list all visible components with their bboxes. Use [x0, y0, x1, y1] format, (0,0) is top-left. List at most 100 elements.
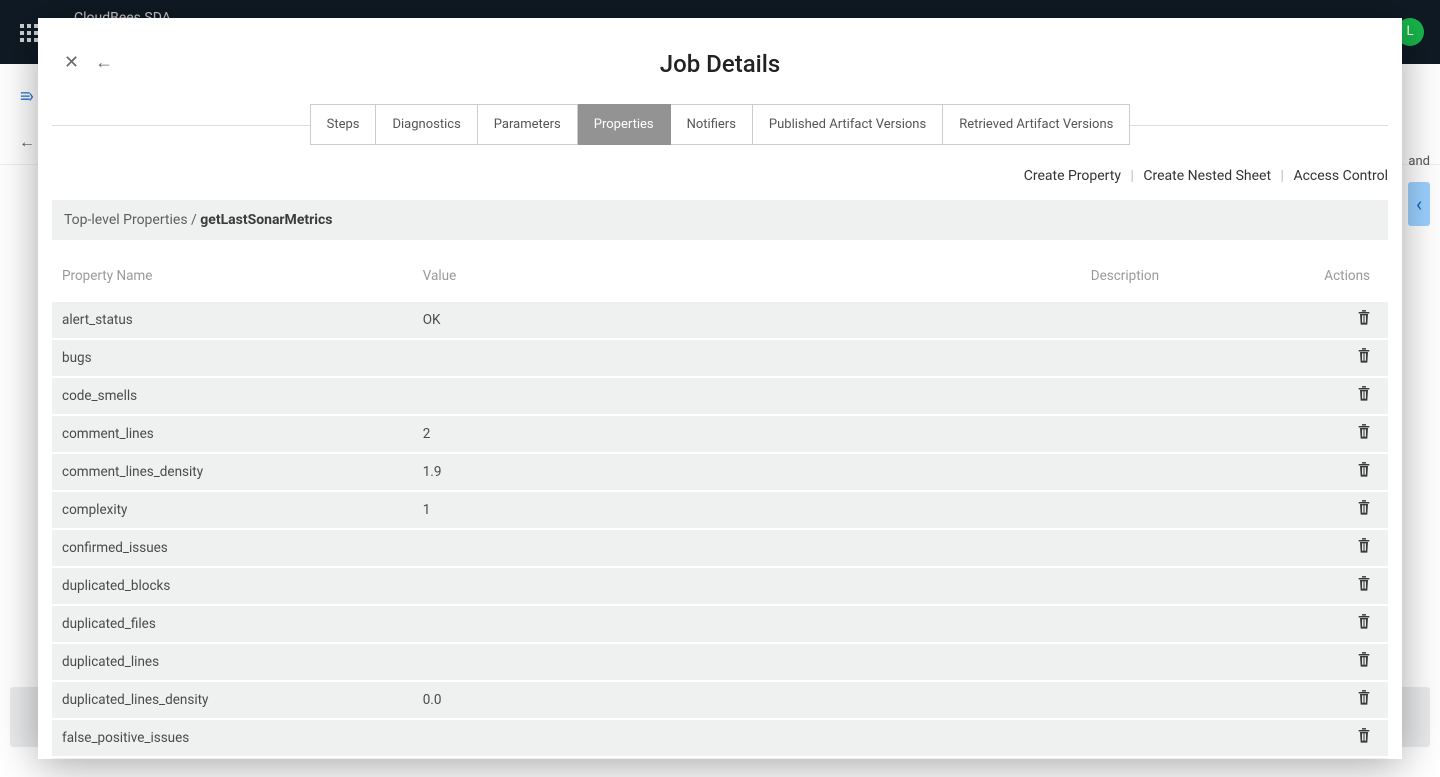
- property-value-cell: [413, 567, 1081, 605]
- property-description-cell: [1081, 719, 1241, 757]
- job-details-modal: ✕ ← Job Details StepsDiagnosticsParamete…: [38, 18, 1402, 759]
- property-name-cell[interactable]: file_complexity: [52, 757, 413, 759]
- property-name-cell[interactable]: alert_status: [52, 302, 413, 339]
- table-row: duplicated_lines_density0.0: [52, 681, 1388, 719]
- trash-icon[interactable]: [1356, 538, 1370, 554]
- trash-icon[interactable]: [1356, 462, 1370, 478]
- tab-steps[interactable]: Steps: [310, 104, 377, 145]
- property-description-cell: [1081, 757, 1241, 759]
- property-description-cell: [1081, 681, 1241, 719]
- trash-icon[interactable]: [1356, 424, 1370, 440]
- property-name-cell[interactable]: bugs: [52, 339, 413, 377]
- table-row: false_positive_issues: [52, 719, 1388, 757]
- property-actions-cell: [1241, 719, 1388, 757]
- bg-collapse-pill[interactable]: ‹: [1408, 182, 1430, 226]
- property-value-cell: [413, 377, 1081, 415]
- property-actions-cell: [1241, 415, 1388, 453]
- trash-icon[interactable]: [1356, 728, 1370, 744]
- properties-table: Property Name Value Description Actions …: [52, 254, 1388, 759]
- trash-icon[interactable]: [1356, 348, 1370, 364]
- breadcrumb-prefix[interactable]: Top-level Properties /: [64, 212, 200, 228]
- property-name-cell[interactable]: duplicated_files: [52, 605, 413, 643]
- property-value-cell: [413, 643, 1081, 681]
- tab-published-artifacts[interactable]: Published Artifact Versions: [753, 104, 943, 145]
- property-actions-cell: [1241, 491, 1388, 529]
- property-value-cell: 1.0: [413, 757, 1081, 759]
- table-row: bugs: [52, 339, 1388, 377]
- property-description-cell: [1081, 491, 1241, 529]
- create-property-link[interactable]: Create Property: [1024, 168, 1121, 184]
- tab-diagnostics[interactable]: Diagnostics: [376, 104, 477, 145]
- property-description-cell: [1081, 453, 1241, 491]
- property-value-cell: 0.0: [413, 681, 1081, 719]
- property-value-cell: 2: [413, 415, 1081, 453]
- create-nested-sheet-link[interactable]: Create Nested Sheet: [1143, 168, 1271, 184]
- col-header-value: Value: [413, 254, 1081, 302]
- property-description-cell: [1081, 339, 1241, 377]
- property-actions-cell: [1241, 757, 1388, 759]
- property-value-cell: 1: [413, 491, 1081, 529]
- property-name-cell[interactable]: confirmed_issues: [52, 529, 413, 567]
- property-actions-cell: [1241, 567, 1388, 605]
- property-name-cell[interactable]: duplicated_lines: [52, 643, 413, 681]
- apps-grid-icon[interactable]: [20, 24, 38, 42]
- property-value-cell: [413, 529, 1081, 567]
- property-name-cell[interactable]: duplicated_lines_density: [52, 681, 413, 719]
- property-actions-cell: [1241, 453, 1388, 491]
- property-description-cell: [1081, 377, 1241, 415]
- tab-retrieved-artifacts[interactable]: Retrieved Artifact Versions: [943, 104, 1130, 145]
- breadcrumb-current: getLastSonarMetrics: [200, 212, 332, 228]
- trash-icon[interactable]: [1356, 690, 1370, 706]
- property-actions-cell: [1241, 339, 1388, 377]
- table-row: alert_statusOK: [52, 302, 1388, 339]
- property-description-cell: [1081, 302, 1241, 339]
- drawer-toggle-icon[interactable]: ≡›: [20, 86, 32, 107]
- property-actions-row: Create Property | Create Nested Sheet | …: [38, 146, 1402, 194]
- access-control-link[interactable]: Access Control: [1293, 168, 1388, 184]
- table-row: comment_lines2: [52, 415, 1388, 453]
- col-header-description: Description: [1081, 254, 1241, 302]
- property-value-cell: OK: [413, 302, 1081, 339]
- modal-title: Job Details: [38, 50, 1402, 78]
- col-header-actions: Actions: [1241, 254, 1388, 302]
- tab-parameters[interactable]: Parameters: [478, 104, 578, 145]
- table-row: duplicated_files: [52, 605, 1388, 643]
- property-actions-cell: [1241, 681, 1388, 719]
- property-value-cell: 1.9: [413, 453, 1081, 491]
- trash-icon[interactable]: [1356, 576, 1370, 592]
- trash-icon[interactable]: [1356, 652, 1370, 668]
- property-name-cell[interactable]: comment_lines: [52, 415, 413, 453]
- trash-icon[interactable]: [1356, 310, 1370, 326]
- table-row: confirmed_issues: [52, 529, 1388, 567]
- property-description-cell: [1081, 415, 1241, 453]
- property-actions-cell: [1241, 377, 1388, 415]
- property-description-cell: [1081, 605, 1241, 643]
- property-actions-cell: [1241, 605, 1388, 643]
- table-row: duplicated_lines: [52, 643, 1388, 681]
- trash-icon[interactable]: [1356, 614, 1370, 630]
- property-value-cell: [413, 339, 1081, 377]
- trash-icon[interactable]: [1356, 386, 1370, 402]
- property-name-cell[interactable]: complexity: [52, 491, 413, 529]
- page-back-arrow-icon[interactable]: ←: [19, 132, 35, 152]
- back-arrow-icon[interactable]: ←: [95, 52, 113, 73]
- property-description-cell: [1081, 567, 1241, 605]
- table-row: comment_lines_density1.9: [52, 453, 1388, 491]
- property-actions-cell: [1241, 302, 1388, 339]
- property-actions-cell: [1241, 529, 1388, 567]
- col-header-name: Property Name: [52, 254, 413, 302]
- trash-icon[interactable]: [1356, 500, 1370, 516]
- property-name-cell[interactable]: false_positive_issues: [52, 719, 413, 757]
- property-actions-cell: [1241, 643, 1388, 681]
- table-row: file_complexity1.0: [52, 757, 1388, 759]
- property-description-cell: [1081, 643, 1241, 681]
- tab-row: StepsDiagnosticsParametersPropertiesNoti…: [38, 104, 1402, 145]
- tab-properties[interactable]: Properties: [578, 104, 671, 145]
- table-row: duplicated_blocks: [52, 567, 1388, 605]
- property-name-cell[interactable]: duplicated_blocks: [52, 567, 413, 605]
- bg-right-label: and: [1408, 154, 1430, 169]
- close-icon[interactable]: ✕: [64, 52, 79, 73]
- property-name-cell[interactable]: code_smells: [52, 377, 413, 415]
- property-name-cell[interactable]: comment_lines_density: [52, 453, 413, 491]
- tab-notifiers[interactable]: Notifiers: [671, 104, 753, 145]
